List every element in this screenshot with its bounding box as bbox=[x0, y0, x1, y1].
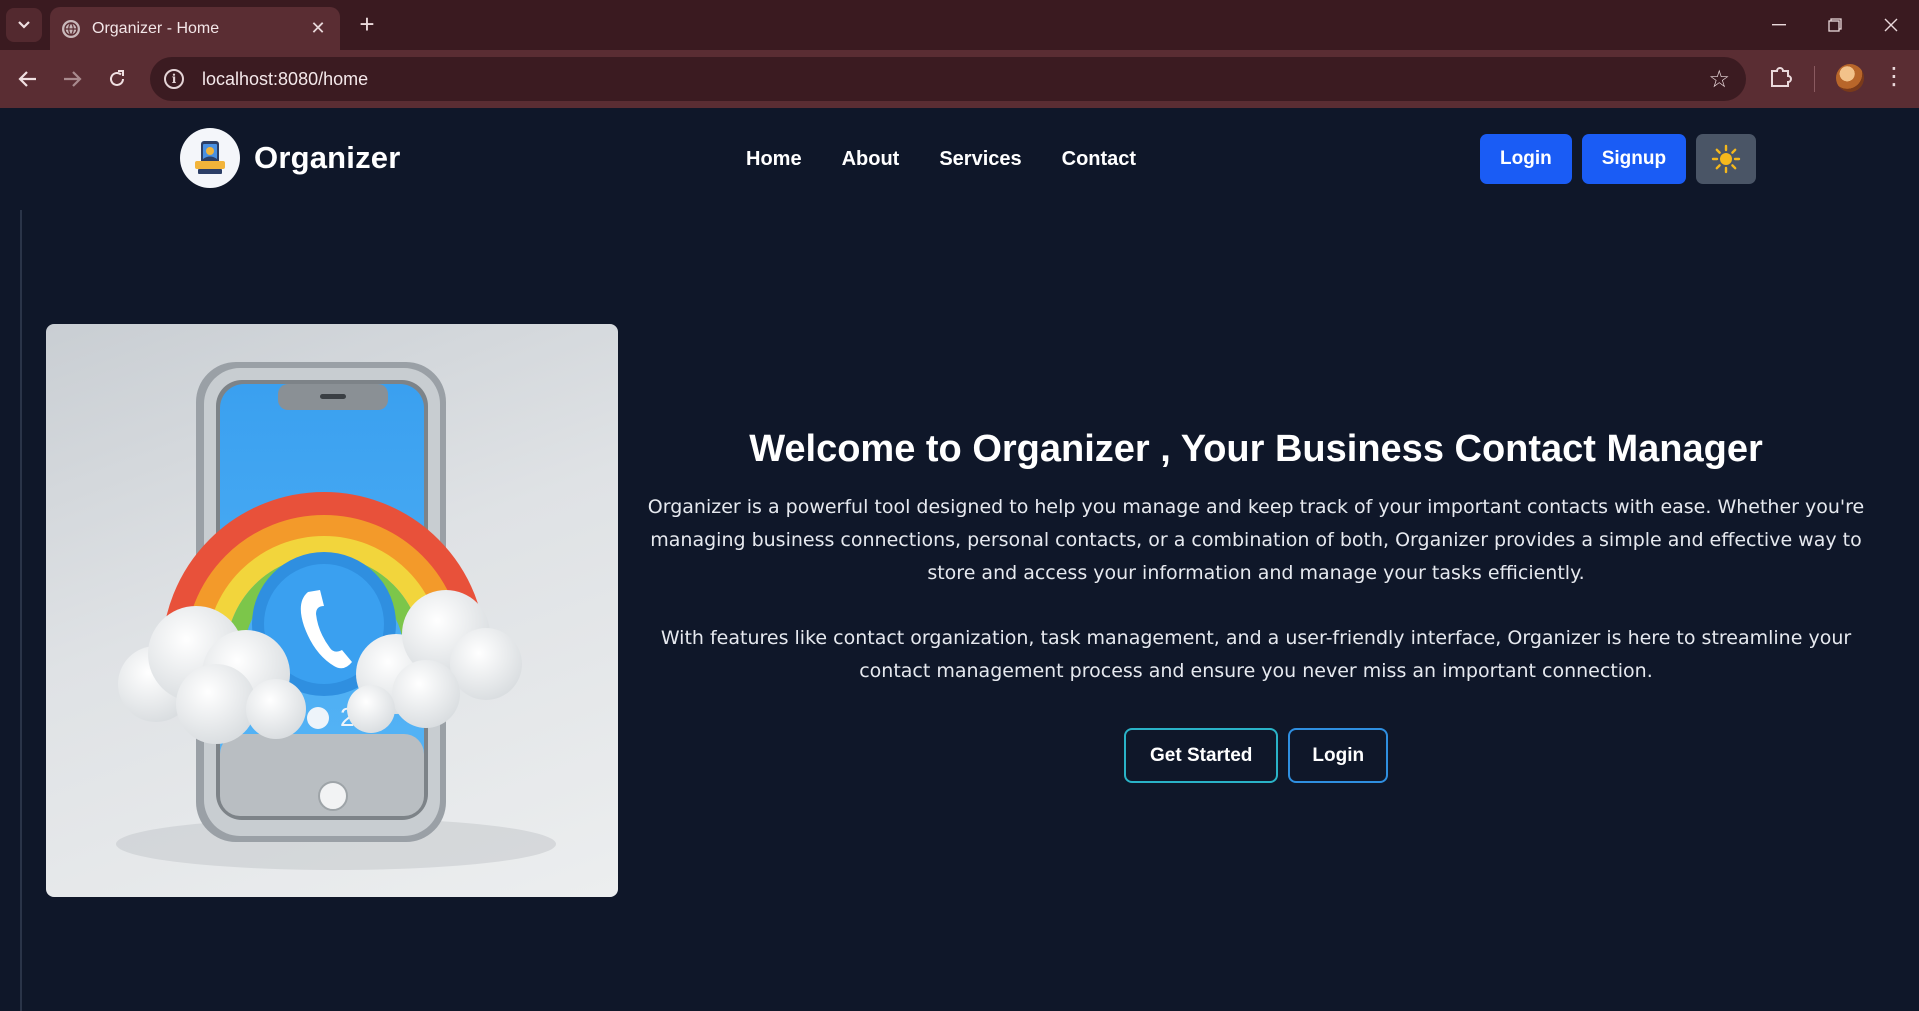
nav-link-home[interactable]: Home bbox=[746, 148, 802, 171]
profile-avatar[interactable] bbox=[1836, 64, 1864, 92]
close-icon[interactable]: ✕ bbox=[308, 18, 328, 39]
back-arrow-icon[interactable] bbox=[12, 63, 44, 95]
nav-link-services[interactable]: Services bbox=[939, 148, 1021, 171]
reload-icon[interactable] bbox=[101, 63, 133, 95]
globe-icon bbox=[62, 19, 80, 38]
page: Organizer Home About Services Contact Lo… bbox=[0, 108, 1919, 1011]
nav-links: Home About Services Contact bbox=[746, 148, 1136, 171]
hero-title: Welcome to Organizer , Your Business Con… bbox=[749, 428, 1763, 470]
nav-actions: Login Signup bbox=[1480, 134, 1757, 184]
theme-toggle-button[interactable] bbox=[1696, 134, 1757, 184]
tab-title: Organizer - Home bbox=[92, 19, 220, 37]
sun-icon bbox=[1711, 144, 1741, 174]
signup-button[interactable]: Signup bbox=[1581, 134, 1687, 184]
browser-toolbar: i localhost:8080/home ☆ ⋮ bbox=[0, 50, 1919, 108]
url-text: localhost:8080/home bbox=[202, 68, 369, 89]
hero-login-button[interactable]: Login bbox=[1288, 728, 1389, 783]
brand-name: Organizer bbox=[254, 140, 401, 175]
restore-icon[interactable] bbox=[1807, 0, 1863, 50]
browser-tab-active[interactable]: Organizer - Home ✕ bbox=[50, 7, 340, 50]
more-menu-icon[interactable]: ⋮ bbox=[1882, 62, 1906, 96]
nav-link-about[interactable]: About bbox=[842, 148, 900, 171]
tab-search-button[interactable] bbox=[6, 8, 42, 42]
browser-tab-strip: Organizer - Home ✕ + bbox=[0, 0, 1919, 50]
site-info-icon[interactable]: i bbox=[164, 69, 184, 89]
brand[interactable]: Organizer bbox=[180, 128, 401, 188]
chevron-down-icon bbox=[18, 21, 30, 29]
window-close-icon[interactable] bbox=[1863, 0, 1919, 50]
hero-illustration: 2 bbox=[46, 324, 618, 897]
hero-paragraph-1: Organizer is a powerful tool designed to… bbox=[647, 496, 1865, 584]
nav-link-contact[interactable]: Contact bbox=[1062, 148, 1136, 171]
bookmark-star-icon[interactable]: ☆ bbox=[1708, 65, 1730, 94]
site-navbar: Organizer Home About Services Contact Lo… bbox=[0, 108, 1919, 210]
new-tab-button[interactable]: + bbox=[352, 10, 382, 40]
hero-paragraph-2: With features like contact organization,… bbox=[660, 627, 1852, 682]
organizer-logo-icon bbox=[180, 128, 240, 188]
get-started-button[interactable]: Get Started bbox=[1124, 728, 1279, 783]
login-button[interactable]: Login bbox=[1480, 134, 1572, 184]
address-bar[interactable]: i localhost:8080/home ☆ bbox=[150, 57, 1746, 101]
hero-text: Welcome to Organizer , Your Business Con… bbox=[640, 428, 1872, 688]
extensions-puzzle-icon[interactable] bbox=[1768, 63, 1796, 93]
minimize-icon[interactable] bbox=[1751, 0, 1807, 50]
hero-actions: Get Started Login bbox=[1124, 728, 1389, 783]
toolbar-divider bbox=[1814, 66, 1815, 92]
left-divider bbox=[20, 210, 22, 1011]
forward-arrow-icon[interactable] bbox=[56, 63, 88, 95]
